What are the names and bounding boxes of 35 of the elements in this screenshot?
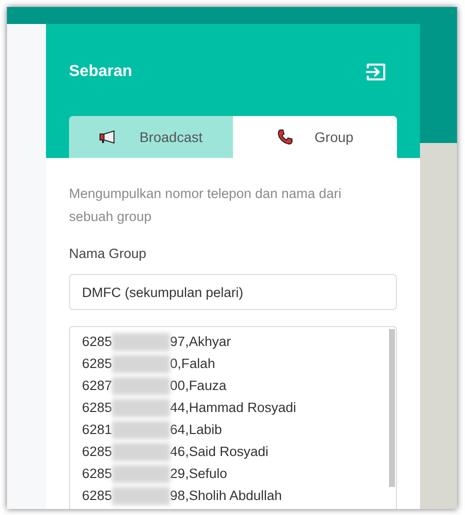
redaction-blur bbox=[112, 333, 170, 352]
contact-entry: 97,Akhyar bbox=[170, 333, 231, 352]
contact-entry: 29,Sefulo bbox=[170, 465, 228, 484]
scrollbar[interactable] bbox=[389, 329, 395, 488]
contacts-textarea[interactable]: 6285 97,Akhyar 6285 0,Falah 6287 00,Fauza 6285 44,Hammad Rosyadi 6281 64,Labib 6285 46,Said Rosyadi 6285 29,Sefulo 6285 98,Sholih Abdullah bbox=[69, 326, 397, 509]
phone-prefix: 6285 bbox=[82, 465, 112, 484]
tab[interactable]: Broadcast bbox=[69, 116, 233, 158]
redaction-blur bbox=[112, 377, 170, 396]
phone-prefix: 6285 bbox=[82, 399, 112, 418]
phone-prefix: 6285 bbox=[82, 355, 112, 374]
phone-icon bbox=[276, 129, 293, 145]
phone-prefix: 6281 bbox=[82, 421, 112, 440]
contact-entry: 46,Said Rosyadi bbox=[170, 443, 268, 462]
phone-prefix: 6285 bbox=[82, 443, 112, 462]
redaction-blur bbox=[112, 465, 170, 484]
description-text: Mengumpulkan nomor telepon dan nama dari sebuah group bbox=[69, 185, 342, 226]
group-name-field[interactable]: DMFC (sekumpulan pelari) bbox=[69, 274, 397, 310]
contact-entry: 64,Labib bbox=[170, 421, 222, 440]
redaction-blur bbox=[112, 443, 170, 462]
phone-prefix: 6285 bbox=[82, 487, 112, 506]
contact-entry: 44,Hammad Rosyadi bbox=[170, 399, 296, 418]
contact-entry: 00,Fauza bbox=[170, 377, 226, 396]
redaction-blur bbox=[112, 487, 170, 506]
phone-prefix: 6287 bbox=[82, 377, 112, 396]
contact-entry: 98,Sholih Abdullah bbox=[170, 487, 282, 506]
megaphone-icon bbox=[99, 130, 118, 144]
redaction-blur bbox=[112, 355, 170, 374]
panel-title: Sebaran bbox=[69, 62, 132, 82]
redaction-blur bbox=[112, 399, 170, 418]
contact-entry: 0,Falah bbox=[170, 355, 216, 374]
tab[interactable]: Group bbox=[233, 116, 397, 158]
field-label: Nama Group bbox=[69, 245, 148, 263]
redaction-blur bbox=[112, 421, 170, 440]
phone-prefix: 6285 bbox=[82, 333, 112, 352]
logout-icon[interactable] bbox=[365, 61, 387, 83]
